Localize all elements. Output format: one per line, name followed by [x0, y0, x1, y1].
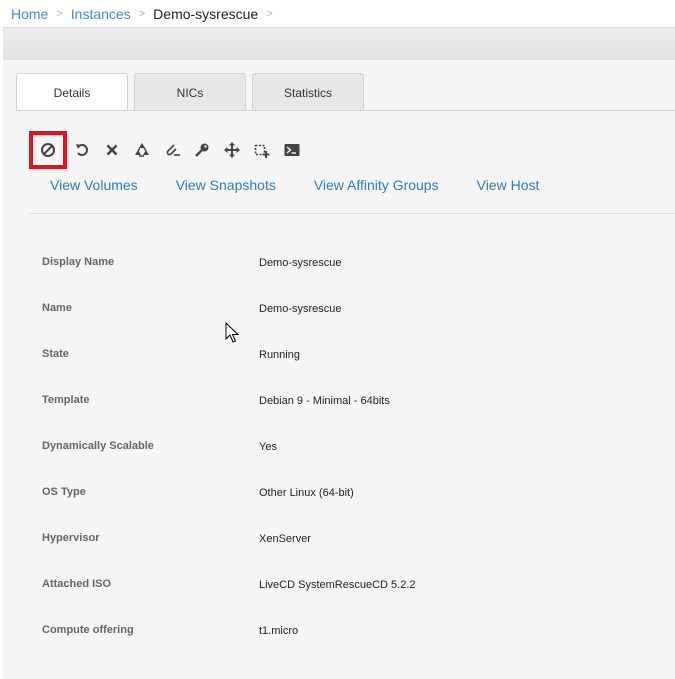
tab-label: Details [53, 86, 91, 100]
detail-label: Attached ISO [42, 578, 112, 590]
breadcrumb-instances-link[interactable]: Instances [71, 6, 131, 22]
detail-label: Hypervisor [42, 532, 100, 544]
detail-row-template: Template Debian 9 - Minimal - 64bits [29, 376, 669, 422]
reset-password-button[interactable] [187, 135, 217, 165]
reboot-instance-button[interactable] [67, 135, 97, 165]
header-band [3, 27, 675, 60]
view-affinity-groups-link[interactable]: View Affinity Groups [314, 177, 439, 193]
detail-label: Display Name [42, 256, 115, 268]
detail-label: Dynamically Scalable [42, 440, 154, 452]
detail-row-display-name: Display Name Demo-sysrescue [29, 238, 669, 284]
tab-label: NICs [176, 85, 204, 100]
mouse-cursor-icon [225, 322, 239, 343]
migrate-instance-button[interactable] [217, 135, 247, 165]
view-console-button[interactable] [277, 135, 307, 165]
detail-row-compute-offering: Compute offering t1.micro [29, 606, 669, 652]
console-icon [284, 144, 300, 156]
view-snapshots-link[interactable]: View Snapshots [176, 177, 276, 193]
view-volumes-link[interactable]: View Volumes [50, 177, 138, 193]
detail-value: LiveCD SystemRescueCD 5.2.2 [259, 579, 416, 591]
detail-label: OS Type [42, 486, 86, 498]
tab-bar: Details NICs Statistics [16, 73, 370, 112]
reinstall-icon [135, 143, 149, 157]
detail-label: Compute offering [42, 624, 134, 636]
breadcrumb: Home > Instances > Demo-sysrescue > [0, 0, 675, 27]
detach-iso-icon [166, 144, 180, 156]
reset-password-icon [195, 143, 209, 157]
detail-label: State [42, 348, 69, 360]
detail-row-dynamically-scalable: Dynamically Scalable Yes [29, 422, 669, 468]
detail-value: Running [259, 349, 300, 361]
detail-value: Debian 9 - Minimal - 64bits [259, 395, 390, 407]
destroy-instance-button[interactable] [97, 135, 127, 165]
action-toolbar [29, 131, 307, 169]
scale-up-button[interactable] [247, 135, 277, 165]
stop-instance-button[interactable] [29, 131, 67, 169]
destroy-icon [106, 144, 118, 156]
detach-iso-button[interactable] [157, 135, 187, 165]
instance-detail-panel: Details NICs Statistics View Volumes Vie… [3, 60, 675, 679]
breadcrumb-separator: > [56, 7, 63, 20]
breadcrumb-separator: > [266, 7, 273, 20]
detail-row-os-type: OS Type Other Linux (64-bit) [29, 468, 669, 514]
view-host-link[interactable]: View Host [477, 177, 540, 193]
detail-row-name: Name Demo-sysrescue [29, 284, 669, 330]
tab-statistics[interactable]: Statistics [252, 73, 364, 111]
detail-row-state: State Running [29, 330, 669, 376]
breadcrumb-current: Demo-sysrescue [153, 5, 259, 22]
tab-details[interactable]: Details [16, 73, 128, 112]
detail-row-attached-iso: Attached ISO LiveCD SystemRescueCD 5.2.2 [29, 560, 669, 606]
detail-label: Template [42, 394, 90, 406]
migrate-icon [224, 142, 240, 158]
detail-value: Demo-sysrescue [259, 303, 342, 315]
detail-value: t1.micro [259, 625, 299, 637]
detail-value: Demo-sysrescue [259, 257, 342, 269]
detail-label: Name [42, 302, 72, 314]
breadcrumb-home-link[interactable]: Home [11, 6, 48, 22]
reboot-icon [76, 144, 88, 156]
tab-nics[interactable]: NICs [134, 73, 246, 111]
tab-label: Statistics [283, 85, 332, 100]
details-list: Display Name Demo-sysrescue Name Demo-sy… [29, 238, 669, 652]
stop-icon [41, 143, 55, 157]
details-tab-content: View Volumes View Snapshots View Affinit… [16, 110, 675, 679]
detail-row-hypervisor: Hypervisor XenServer [29, 514, 669, 560]
divider [29, 213, 675, 214]
reinstall-instance-button[interactable] [127, 135, 157, 165]
breadcrumb-separator: > [138, 7, 146, 20]
detail-value: Other Linux (64-bit) [259, 487, 354, 499]
detail-value: XenServer [259, 533, 311, 545]
detail-value: Yes [259, 441, 277, 453]
view-links: View Volumes View Snapshots View Affinit… [50, 177, 577, 193]
scale-up-icon [254, 144, 270, 158]
